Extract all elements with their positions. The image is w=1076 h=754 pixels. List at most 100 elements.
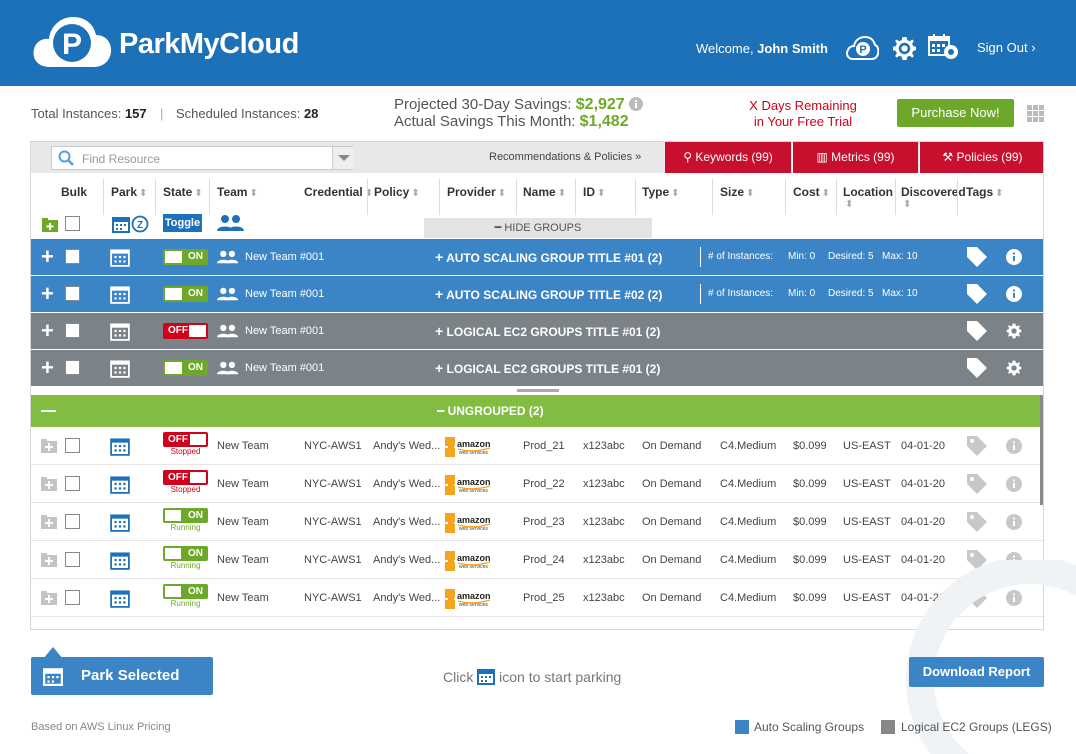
info-icon[interactable] — [1006, 286, 1022, 302]
info-wrap[interactable] — [1006, 438, 1022, 459]
row-checkbox[interactable] — [65, 323, 80, 338]
tab-keywords[interactable]: ⚲ Keywords (99) — [665, 142, 791, 173]
col-tags[interactable]: Tags ⬍ — [966, 185, 1004, 199]
col-discovered[interactable]: Discovered ⬍ — [901, 185, 966, 210]
instance-row[interactable]: OFF Stopped New Team NYC-AWS1 Andy's Wed... P… — [31, 465, 1043, 503]
tag-icon[interactable] — [966, 283, 988, 305]
toggle-all-button[interactable]: Toggle — [163, 214, 202, 232]
col-discovered-label[interactable]: Discovered — [901, 185, 966, 199]
tag-wrap[interactable] — [966, 511, 988, 538]
calendar-icon[interactable] — [112, 215, 130, 233]
col-id[interactable]: ID ⬍ — [583, 185, 605, 199]
search-input[interactable]: Find Resource — [82, 152, 160, 166]
tag-icon[interactable] — [966, 320, 988, 342]
park-calendar[interactable] — [110, 474, 130, 499]
col-cost[interactable]: Cost ⬍ — [793, 185, 830, 199]
park-calendar[interactable] — [110, 436, 130, 461]
purchase-now-button[interactable]: Purchase Now! — [897, 99, 1014, 127]
calendar-icon[interactable] — [110, 550, 130, 570]
add-to-group-icon[interactable] — [41, 553, 57, 567]
park-calendar[interactable] — [110, 512, 130, 537]
expand-icon[interactable]: + — [41, 283, 54, 305]
info-icon[interactable] — [1006, 476, 1022, 492]
action-wrap[interactable] — [1006, 286, 1022, 307]
calendar-icon[interactable] — [110, 358, 130, 378]
tag-wrap[interactable] — [966, 435, 988, 462]
col-id-label[interactable]: ID — [583, 185, 595, 199]
action-wrap[interactable] — [1006, 249, 1022, 270]
state-toggle[interactable]: OFF Stopped — [163, 432, 208, 456]
team-icon[interactable] — [217, 214, 245, 232]
row-checkbox[interactable] — [65, 476, 80, 491]
ungrouped-header[interactable]: ━ UNGROUPED (2) — [31, 395, 1043, 427]
tag-icon[interactable] — [966, 246, 988, 268]
col-name[interactable]: Name ⬍ — [523, 185, 566, 199]
group-row[interactable]: + ON New Team #001 + AUTO SCALING GROUP … — [31, 239, 1043, 275]
park-calendar[interactable] — [110, 284, 130, 309]
gear-icon[interactable] — [1006, 360, 1022, 376]
sign-out-label[interactable]: Sign Out — [977, 40, 1028, 55]
group-row[interactable]: + ON New Team #001 + AUTO SCALING GROUP … — [31, 276, 1043, 312]
tag-wrap[interactable] — [966, 246, 988, 273]
col-team-label[interactable]: Team — [217, 185, 247, 199]
col-cost-label[interactable]: Cost — [793, 185, 820, 199]
instance-row[interactable]: ON Running New Team NYC-AWS1 Andy's Wed... Pr… — [31, 503, 1043, 541]
col-name-label[interactable]: Name — [523, 185, 556, 199]
info-icon[interactable] — [628, 97, 643, 111]
col-team[interactable]: Team ⬍ — [217, 185, 258, 199]
recommendations-link[interactable]: Recommendations & Policies » — [489, 151, 641, 163]
col-state-label[interactable]: State — [163, 185, 192, 199]
action-wrap[interactable] — [1006, 323, 1022, 344]
row-checkbox[interactable] — [65, 590, 80, 605]
park-calendar[interactable] — [110, 588, 130, 613]
instance-row[interactable]: OFF Stopped New Team NYC-AWS1 Andy's Wed... P… — [31, 427, 1043, 465]
info-wrap[interactable] — [1006, 476, 1022, 497]
tab-metrics[interactable]: ▥ Metrics (99) — [792, 142, 918, 173]
sign-out-link[interactable]: Sign Out › — [977, 40, 1036, 55]
tag-icon[interactable] — [966, 357, 988, 379]
col-provider-label[interactable]: Provider — [447, 185, 496, 199]
park-selected-button[interactable]: Park Selected — [31, 657, 213, 695]
calendar-icon[interactable] — [110, 247, 130, 267]
bulk-select-all-checkbox[interactable] — [65, 216, 80, 231]
col-location-label[interactable]: Location — [843, 185, 893, 199]
calendar-icon[interactable] — [110, 512, 130, 532]
row-checkbox[interactable] — [65, 286, 80, 301]
calendar-gear-icon[interactable] — [928, 33, 960, 61]
toggle-switch[interactable]: ON — [163, 508, 208, 523]
tag-wrap[interactable] — [966, 357, 988, 384]
park-calendar[interactable] — [110, 358, 130, 383]
row-checkbox[interactable] — [65, 438, 80, 453]
toggle-switch[interactable]: OFF — [163, 470, 208, 485]
add-to-group-icon[interactable] — [41, 515, 57, 529]
search-box[interactable]: Find Resource — [51, 146, 354, 170]
parkmycloud-icon[interactable]: P — [845, 35, 879, 61]
state-toggle[interactable]: ON — [163, 286, 208, 302]
tag-icon[interactable] — [966, 473, 988, 495]
grid-menu-icon[interactable] — [1027, 105, 1044, 122]
state-toggle[interactable]: OFF Stopped — [163, 470, 208, 494]
group-title[interactable]: + AUTO SCALING GROUP TITLE #01 (2) — [435, 239, 662, 275]
calendar-icon[interactable] — [110, 474, 130, 494]
calendar-icon[interactable] — [110, 436, 130, 456]
col-location[interactable]: Location ⬍ — [843, 185, 893, 210]
resize-handle[interactable] — [517, 389, 559, 392]
row-checkbox[interactable] — [65, 360, 80, 375]
col-policy-label[interactable]: Policy — [374, 185, 409, 199]
group-row[interactable]: + OFF New Team #001 + LOGICAL EC2 GROUPS… — [31, 313, 1043, 349]
col-type-label[interactable]: Type — [642, 185, 669, 199]
search-dropdown[interactable] — [332, 147, 354, 169]
row-checkbox[interactable] — [65, 514, 80, 529]
tag-wrap[interactable] — [966, 473, 988, 500]
col-provider[interactable]: Provider ⬍ — [447, 185, 506, 199]
group-title[interactable]: + LOGICAL EC2 GROUPS TITLE #01 (2) — [435, 313, 660, 349]
info-icon[interactable] — [1006, 438, 1022, 454]
col-park-label[interactable]: Park — [111, 185, 137, 199]
park-calendar[interactable] — [110, 247, 130, 272]
col-size[interactable]: Size ⬍ — [720, 185, 754, 199]
group-title[interactable]: + LOGICAL EC2 GROUPS TITLE #01 (2) — [435, 350, 660, 386]
col-credential-label[interactable]: Credential — [304, 185, 363, 199]
snooze-icon[interactable]: Z — [131, 215, 149, 233]
calendar-icon[interactable] — [110, 588, 130, 608]
state-toggle[interactable]: ON Running — [163, 508, 208, 532]
